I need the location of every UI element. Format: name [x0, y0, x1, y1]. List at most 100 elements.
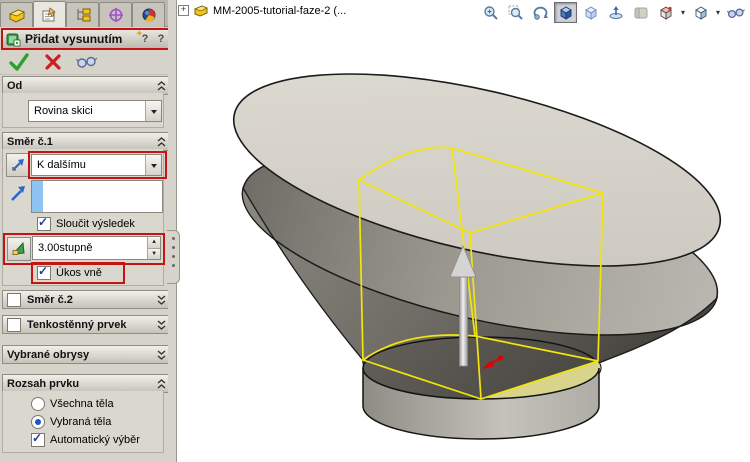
display-style-icon [694, 5, 707, 20]
start-condition-dropdown[interactable]: Rovina skici [28, 100, 162, 122]
reverse-direction-icon [12, 159, 24, 171]
collapse-chevron-icon [157, 378, 166, 389]
draft-angle-input[interactable] [33, 241, 148, 255]
application-window: + MM-2005-tutorial-faze-2 (... ▾ ▾ Přida… [0, 0, 750, 462]
tab-dimxpert-manager[interactable] [99, 2, 132, 27]
configuration-manager-icon [76, 8, 90, 22]
panel-splitter-handle[interactable] [167, 230, 180, 284]
collapse-chevron-icon [157, 136, 166, 147]
feature-tree-root[interactable]: + MM-2005-tutorial-faze-2 (... [178, 4, 346, 17]
thin-feature-checkbox[interactable] [7, 317, 21, 332]
draft-icon [11, 241, 25, 255]
group-title: Rozsah prvku [7, 377, 80, 390]
group-title: Od [7, 79, 23, 92]
view-orientation-dropdown-arrow[interactable]: ▾ [679, 3, 687, 22]
dimxpert-icon [108, 8, 123, 22]
expand-chevron-icon [157, 294, 166, 305]
group-body-feature-scope: Všechna těla Vybraná těla Automatický vý… [2, 391, 164, 453]
shaded-with-edges-icon [559, 5, 572, 20]
direction-selection-box[interactable] [31, 180, 163, 213]
display-style-button[interactable] [689, 2, 712, 23]
property-manager-panel: Přidat vysunutím ? ? Od [0, 0, 176, 462]
group-header-thin-feature[interactable]: Tenkostěnný prvek [2, 315, 172, 334]
boss-extrude-icon [6, 33, 21, 46]
zoom-to-area-button[interactable] [504, 2, 527, 23]
merge-result-row: Sloučit výsledek [37, 215, 135, 231]
group-body-direction1: K dalšímu Sloučit výsledek [2, 149, 167, 286]
view-orientation-button[interactable] [654, 2, 677, 23]
zoom-to-area-icon [508, 5, 523, 20]
section-view-button[interactable] [604, 2, 627, 23]
expand-chevron-icon [157, 349, 166, 360]
detailed-preview-button[interactable] [724, 2, 747, 23]
tab-property-manager[interactable] [33, 1, 66, 27]
shaded-with-edges-button[interactable] [554, 2, 577, 23]
end-condition-dropdown[interactable]: K dalšímu [31, 154, 162, 176]
help-icon[interactable]: ? [154, 33, 168, 45]
scope-selected-bodies-row: Vybraná těla [31, 415, 111, 429]
end-condition-value: K dalšímu [37, 159, 86, 171]
group-title: Vybrané obrysy [7, 348, 90, 361]
spinner-up-button[interactable]: ▲ [148, 237, 160, 249]
section-view-icon [609, 5, 622, 19]
draft-angle-field: ▲ ▼ [32, 236, 161, 260]
all-bodies-radio[interactable] [31, 397, 45, 411]
tab-configuration-manager[interactable] [66, 2, 99, 27]
rotate-view-button[interactable] [529, 2, 552, 23]
tree-root-label: MM-2005-tutorial-faze-2 (... [213, 4, 347, 17]
group-title: Směr č.2 [27, 293, 73, 306]
feature-title: Přidat vysunutím [25, 32, 123, 46]
detailed-preview-icon [726, 7, 745, 18]
cancel-button[interactable] [44, 53, 62, 71]
rotate-view-icon [533, 6, 548, 20]
group-header-selected-contours[interactable]: Vybrané obrysy [2, 345, 172, 364]
selection-box-accent [32, 181, 43, 212]
hidden-lines-visible-icon [584, 5, 597, 20]
auto-select-label: Automatický výběr [50, 434, 140, 446]
spinner-down-button[interactable]: ▼ [148, 248, 160, 259]
merge-result-checkbox[interactable] [37, 215, 51, 231]
zoom-to-fit-icon [483, 5, 498, 20]
property-manager-icon [42, 6, 56, 21]
action-bar [0, 50, 176, 75]
draft-outward-row: Úkos vně [37, 264, 102, 280]
hidden-lines-visible-button[interactable] [579, 2, 602, 23]
zoom-to-fit-button[interactable] [479, 2, 502, 23]
group-title: Tenkostěnný prvek [27, 318, 127, 331]
part-icon [193, 5, 208, 17]
expand-chevron-icon [157, 319, 166, 330]
ok-button[interactable] [8, 52, 30, 72]
model-solid-body[interactable] [216, 36, 737, 440]
feature-header: Přidat vysunutím ? ? [1, 28, 173, 50]
merge-result-label: Sloučit výsledek [56, 218, 135, 230]
panel-tab-strip [0, 0, 168, 27]
scope-all-bodies-row: Všechna těla [31, 397, 114, 411]
draft-outward-label: Úkos vně [56, 267, 102, 279]
tree-expand-icon[interactable]: + [178, 5, 189, 16]
chevron-down-icon [150, 163, 157, 171]
draft-angle-spinner: ▲ ▼ [147, 237, 160, 259]
reverse-direction-button[interactable] [6, 153, 30, 177]
dropdown-arrow-button[interactable] [145, 155, 161, 175]
dropdown-arrow-button[interactable] [145, 101, 161, 121]
tab-feature-manager[interactable] [0, 2, 33, 27]
display-style-dropdown-arrow[interactable]: ▾ [714, 3, 722, 22]
draft-on-off-button[interactable] [7, 237, 31, 261]
selected-bodies-label: Vybraná těla [50, 416, 112, 428]
view-orientation-icon [659, 5, 672, 20]
direction2-checkbox[interactable] [7, 292, 21, 307]
group-header-direction2[interactable]: Směr č.2 [2, 290, 172, 309]
selected-bodies-radio[interactable] [31, 415, 45, 429]
tab-display-manager[interactable] [132, 2, 165, 27]
draft-outward-checkbox[interactable] [37, 264, 51, 280]
direction-reference-icon [11, 186, 25, 201]
auto-select-checkbox[interactable] [31, 431, 45, 447]
start-condition-value: Rovina skici [34, 105, 93, 117]
curvature-button[interactable] [629, 2, 652, 23]
group-body-od: Rovina skici [2, 93, 164, 128]
end-condition-highlight: K dalšímu [28, 151, 167, 179]
display-manager-icon [142, 8, 155, 22]
quick-tip-icon[interactable]: ? [136, 29, 152, 45]
collapse-chevron-icon [157, 80, 166, 91]
detailed-preview-glasses-button[interactable] [76, 54, 98, 70]
